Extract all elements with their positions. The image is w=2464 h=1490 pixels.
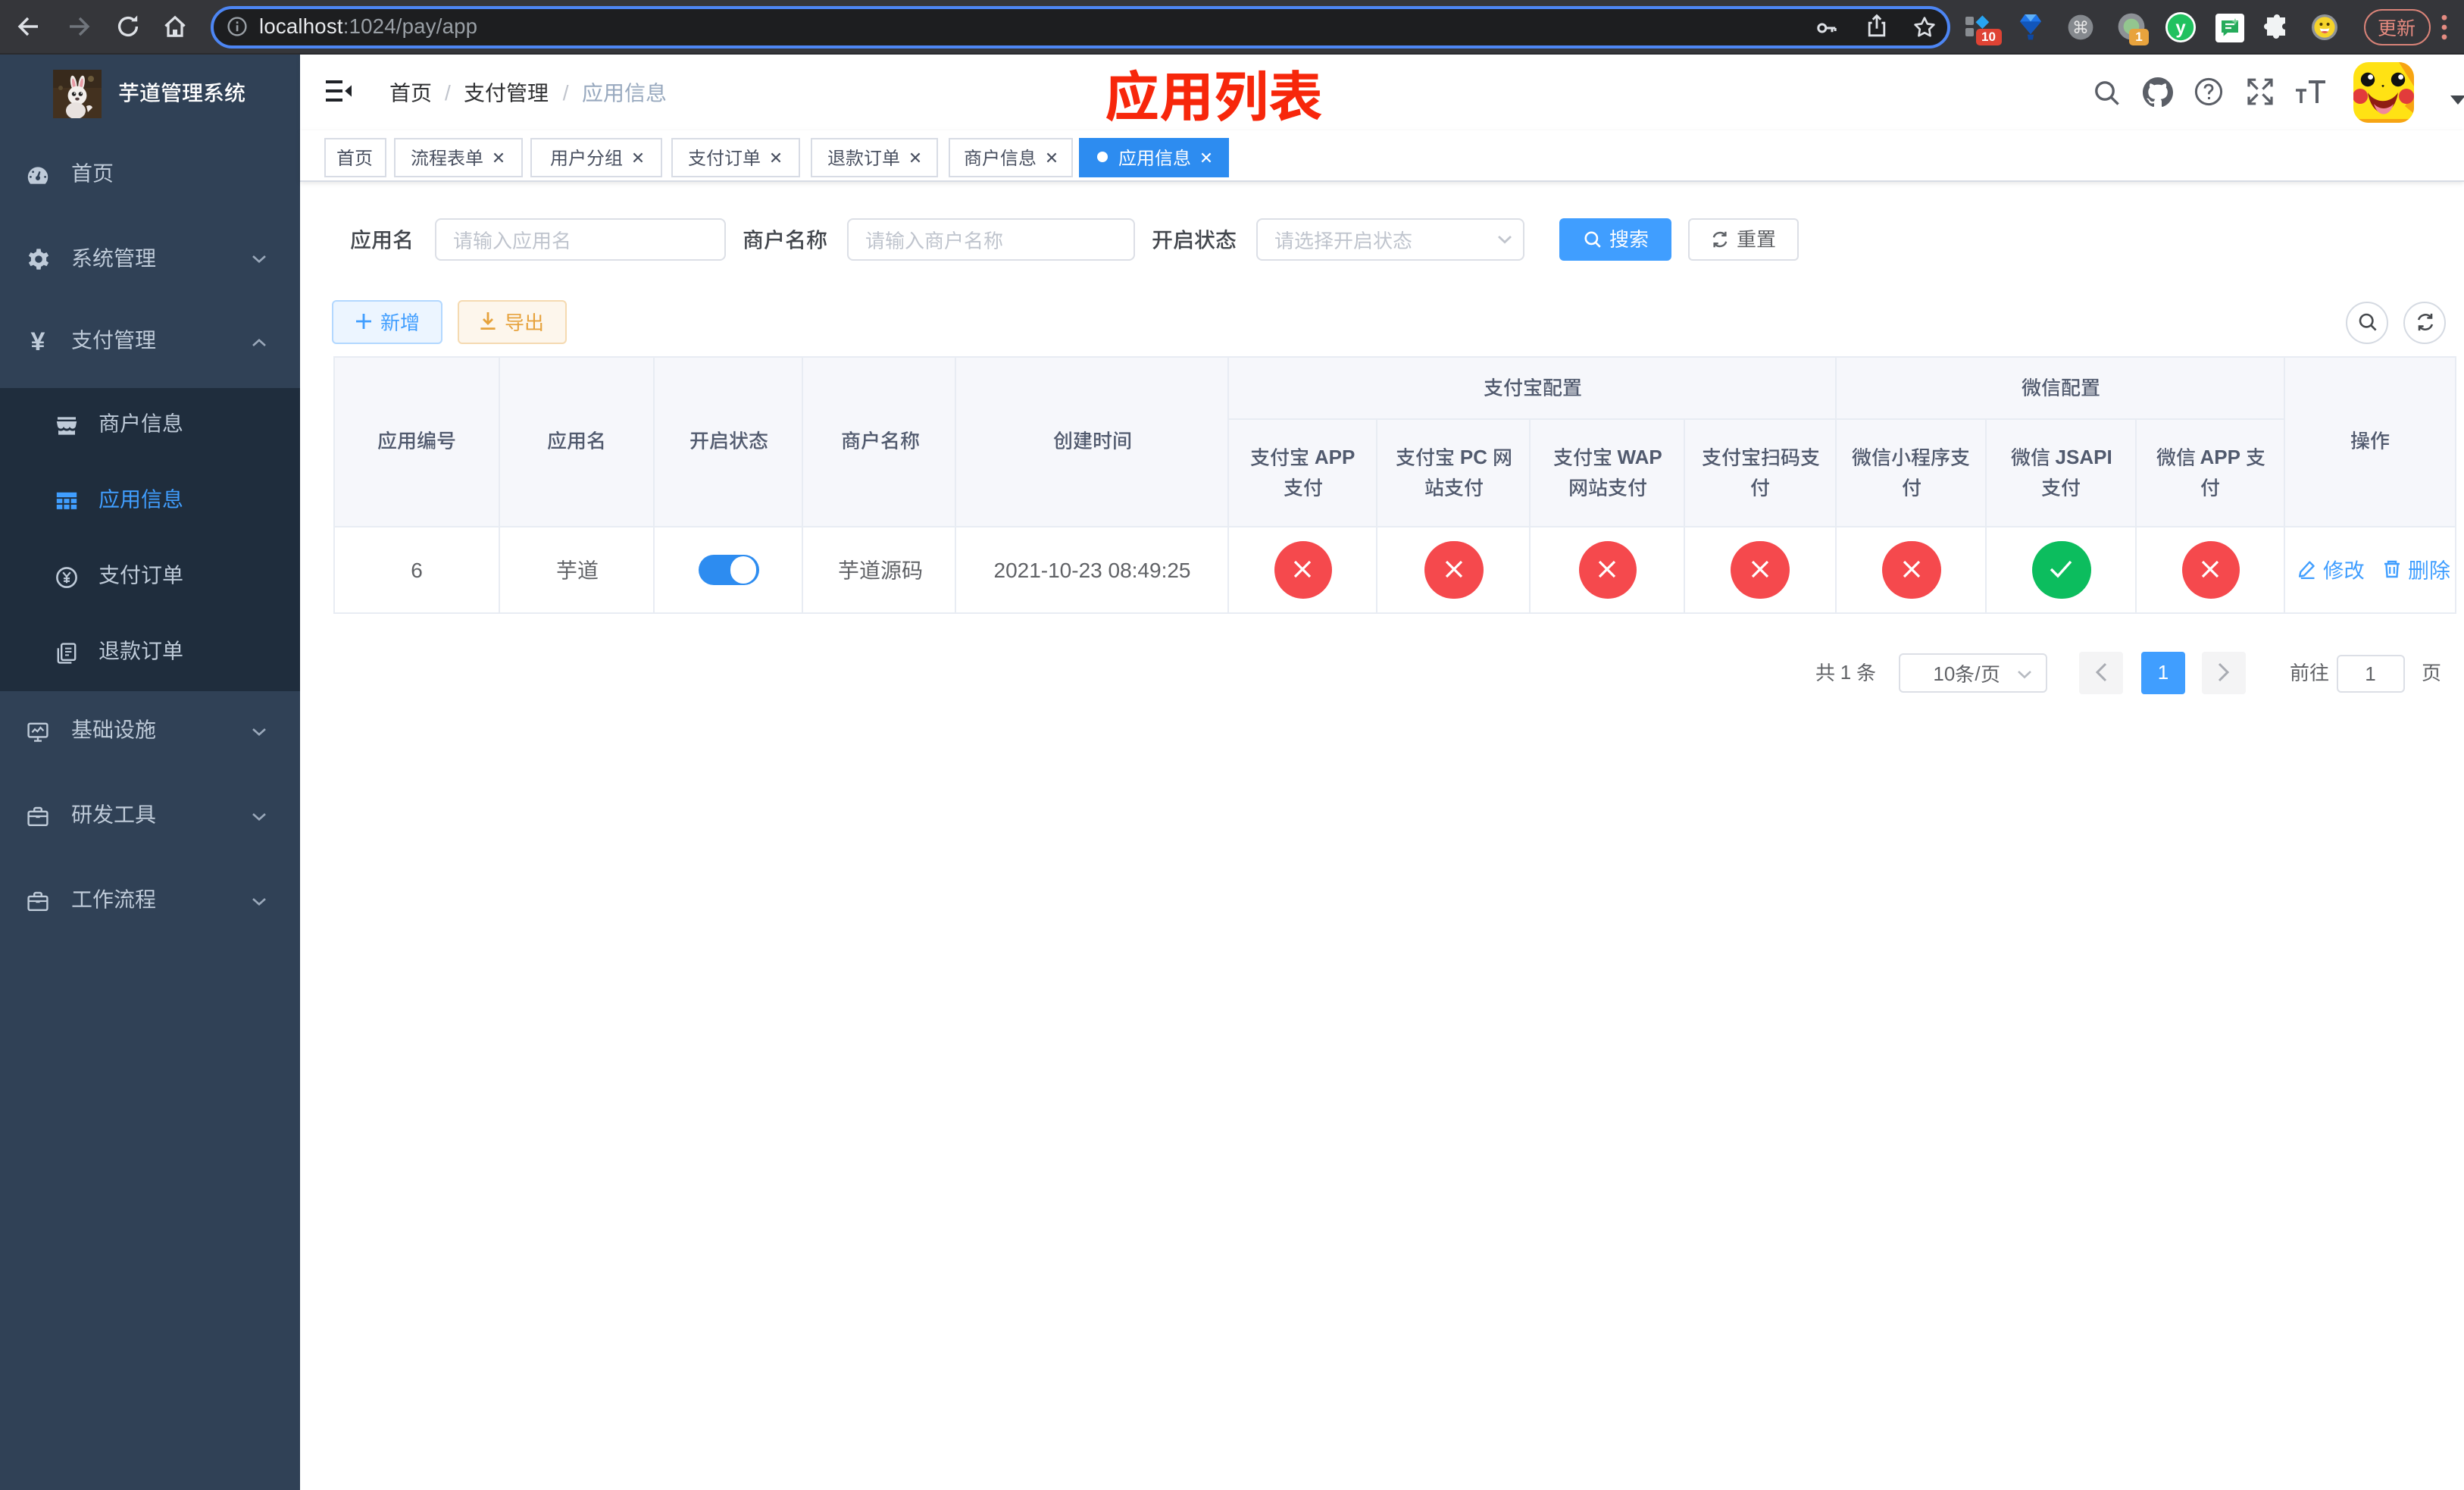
svg-text:⌘: ⌘ bbox=[2072, 18, 2089, 37]
svg-text:y: y bbox=[2175, 17, 2186, 38]
